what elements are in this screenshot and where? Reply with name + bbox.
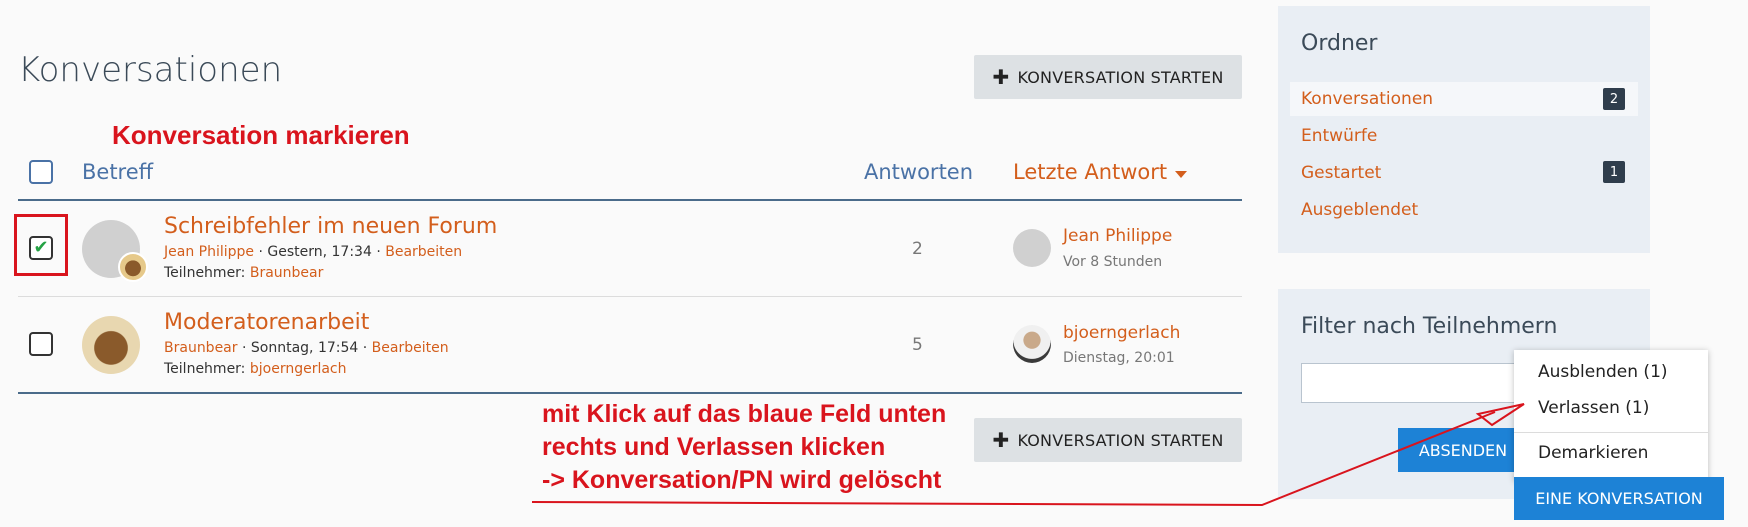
arrow-head [1475, 403, 1525, 427]
arrow-line [531, 411, 1496, 507]
annotation-arrow [531, 403, 1525, 507]
